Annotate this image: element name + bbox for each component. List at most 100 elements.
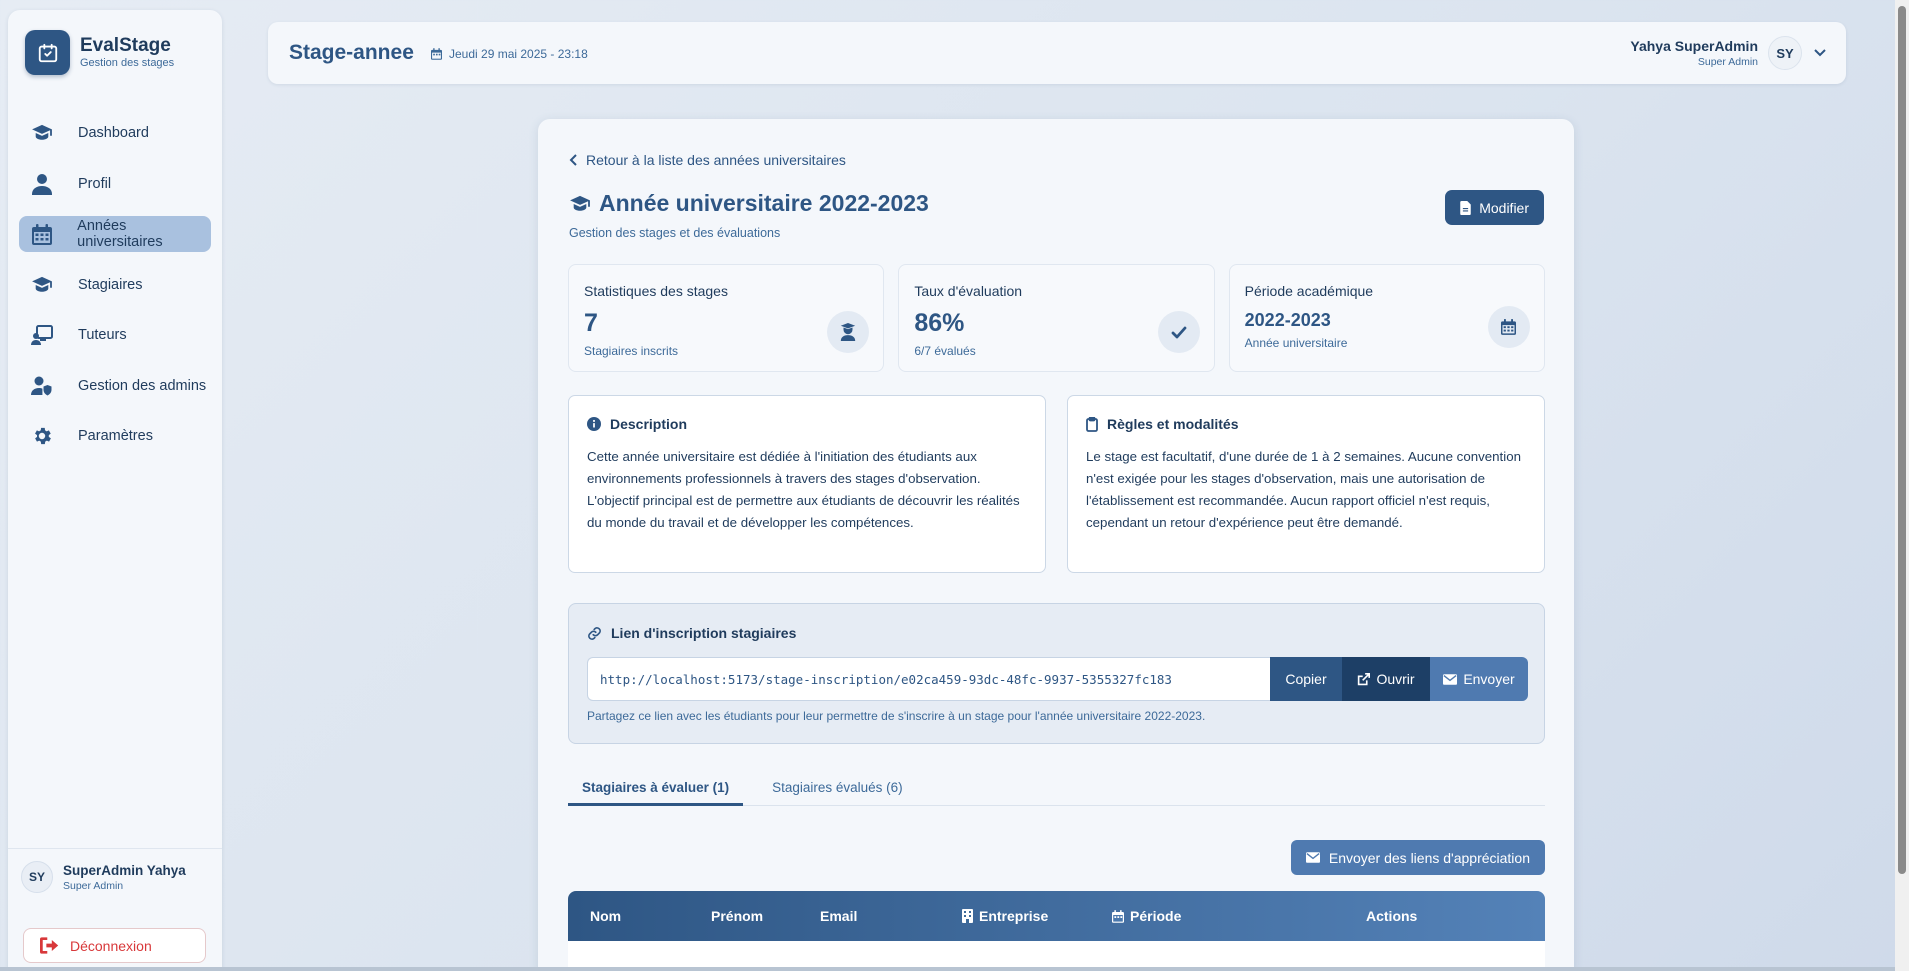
building-icon	[962, 909, 973, 923]
back-link-label: Retour à la liste des années universitai…	[586, 152, 846, 168]
column-label: Email	[820, 908, 858, 924]
sidebar-item-label: Stagiaires	[78, 276, 143, 293]
sidebar-user-name: SuperAdmin Yahya	[63, 862, 186, 878]
sidebar-item-label: Paramètres	[78, 428, 153, 444]
external-link-icon	[1357, 672, 1371, 686]
registration-link-header: Lien d'inscription stagiaires	[587, 625, 796, 641]
check-icon	[1157, 311, 1200, 353]
envelope-icon	[1305, 852, 1320, 863]
brand[interactable]: EvalStage Gestion des stages	[25, 30, 174, 75]
sidebar-item-dashboard[interactable]: Dashboard	[19, 115, 211, 151]
page-title: Stage-annee	[289, 41, 414, 64]
stat-card-periode: Période académique 2022-2023 Année unive…	[1228, 264, 1545, 372]
tab-stagiaires-evalues[interactable]: Stagiaires évalués (6)	[758, 768, 917, 806]
copy-button[interactable]: Copier	[1270, 657, 1342, 701]
column-label: Nom	[590, 908, 622, 924]
modify-button-label: Modifier	[1479, 199, 1529, 216]
rules-box: Règles et modalités Le stage est faculta…	[1067, 395, 1545, 573]
stat-value: 7	[584, 309, 598, 337]
sign-out-icon	[40, 937, 60, 954]
open-button-label: Ouvrir	[1376, 671, 1415, 687]
sidebar-user: SY SuperAdmin Yahya Super Admin	[21, 861, 186, 893]
sidebar-item-parametres[interactable]: Paramètres	[19, 418, 211, 454]
column-label: Actions	[1366, 908, 1418, 924]
column-label: Prénom	[711, 908, 764, 924]
send-button[interactable]: Envoyer	[1430, 657, 1528, 701]
calendar-icon	[1487, 306, 1530, 348]
registration-link-row: Copier Ouvrir Envoyer	[587, 657, 1528, 701]
stat-card-stages: Statistiques des stages 7 Stagiaires ins…	[568, 264, 885, 372]
link-icon	[587, 626, 602, 641]
user-icon	[30, 172, 54, 196]
avatar[interactable]: SY	[1768, 36, 1802, 70]
brand-name: EvalStage	[80, 34, 171, 56]
stat-sub: Stagiaires inscrits	[584, 344, 679, 358]
user-role: Super Admin	[1697, 56, 1758, 68]
stat-sub: 6/7 évalués	[914, 344, 976, 358]
rules-title: Règles et modalités	[1107, 416, 1239, 432]
calendar-icon	[431, 48, 442, 60]
sidebar-item-tuteurs[interactable]: Tuteurs	[19, 317, 211, 353]
sidebar-footer: SY SuperAdmin Yahya Super Admin Déconnex…	[8, 848, 222, 963]
chalkboard-teacher-icon	[30, 323, 54, 347]
stat-label: Statistiques des stages	[584, 283, 728, 299]
sidebar-item-gestion-des-admins[interactable]: Gestion des admins	[19, 368, 211, 404]
card-title-text: Année universitaire 2022-2023	[599, 190, 929, 216]
graduation-cap-icon	[30, 273, 54, 297]
sidebar-item-label: Dashboard	[78, 125, 149, 141]
card-subtitle: Gestion des stages et des évaluations	[569, 226, 781, 240]
stat-label: Période académique	[1244, 283, 1374, 299]
window-bottom-edge	[0, 967, 1895, 971]
avatar: SY	[21, 861, 53, 893]
column-header-email[interactable]: Email	[820, 908, 857, 924]
stat-value: 86%	[914, 309, 965, 337]
file-icon	[1460, 200, 1471, 215]
description-box: Description Cette année universitaire es…	[568, 395, 1046, 573]
graduation-cap-icon	[30, 121, 54, 145]
registration-link-input[interactable]	[587, 657, 1270, 701]
sidebar-nav: Dashboard Profil Années universitaires S…	[19, 115, 211, 469]
rules-header: Règles et modalités	[1086, 416, 1526, 432]
description-text: Cette année universitaire est dédiée à l…	[587, 449, 1020, 530]
column-header-nom[interactable]: Nom	[590, 908, 621, 924]
user-name: Yahya SuperAdmin	[1630, 38, 1758, 54]
chevron-left-icon	[569, 154, 577, 166]
rules-text: Le stage est facultatif, d'une durée de …	[1086, 449, 1521, 530]
info-row: Description Cette année universitaire es…	[568, 395, 1545, 573]
tabs: Stagiaires à évaluer (1) Stagiaires éval…	[568, 768, 1545, 806]
brand-subtitle: Gestion des stages	[80, 56, 175, 69]
column-header-periode[interactable]: Période	[1112, 908, 1181, 924]
sidebar-item-profil[interactable]: Profil	[19, 166, 211, 202]
vertical-scrollbar[interactable]	[1895, 0, 1909, 971]
open-button[interactable]: Ouvrir	[1342, 657, 1430, 701]
sidebar: EvalStage Gestion des stages Dashboard P…	[8, 10, 222, 971]
chevron-down-icon[interactable]	[1814, 49, 1826, 57]
logout-label: Déconnexion	[70, 937, 152, 954]
calendar-check-icon	[25, 30, 70, 75]
user-graduate-icon	[827, 311, 870, 353]
top-header: Stage-annee Jeudi 29 mai 2025 - 23:18 Ya…	[268, 22, 1846, 84]
scrollbar-thumb[interactable]	[1898, 6, 1906, 874]
back-link[interactable]: Retour à la liste des années universitai…	[569, 152, 846, 168]
column-header-actions[interactable]: Actions	[1366, 908, 1417, 924]
gear-icon	[30, 424, 54, 448]
description-title: Description	[610, 416, 688, 432]
user-menu[interactable]: Yahya SuperAdmin Super Admin SY	[1630, 36, 1826, 70]
column-header-prenom[interactable]: Prénom	[711, 908, 763, 924]
send-appreciation-links-button[interactable]: Envoyer des liens d'appréciation	[1290, 840, 1545, 875]
graduation-cap-icon	[569, 195, 591, 213]
logout-button[interactable]: Déconnexion	[23, 928, 206, 963]
send-appreciation-label: Envoyer des liens d'appréciation	[1328, 849, 1530, 866]
registration-link-help: Partagez ce lien avec les étudiants pour…	[587, 709, 1206, 723]
sidebar-item-annees-universitaires[interactable]: Années universitaires	[19, 216, 211, 252]
column-header-entreprise[interactable]: Entreprise	[962, 908, 1048, 924]
registration-link-box: Lien d'inscription stagiaires Copier Ouv…	[568, 603, 1545, 744]
info-circle-icon	[587, 417, 601, 431]
stats-row: Statistiques des stages 7 Stagiaires ins…	[568, 264, 1545, 372]
card-title: Année universitaire 2022-2023	[569, 190, 929, 217]
sidebar-item-stagiaires[interactable]: Stagiaires	[19, 267, 211, 303]
tab-stagiaires-a-evaluer[interactable]: Stagiaires à évaluer (1)	[568, 768, 744, 806]
description-header: Description	[587, 416, 1027, 432]
registration-link-title: Lien d'inscription stagiaires	[611, 625, 797, 641]
modify-button[interactable]: Modifier	[1445, 190, 1544, 225]
